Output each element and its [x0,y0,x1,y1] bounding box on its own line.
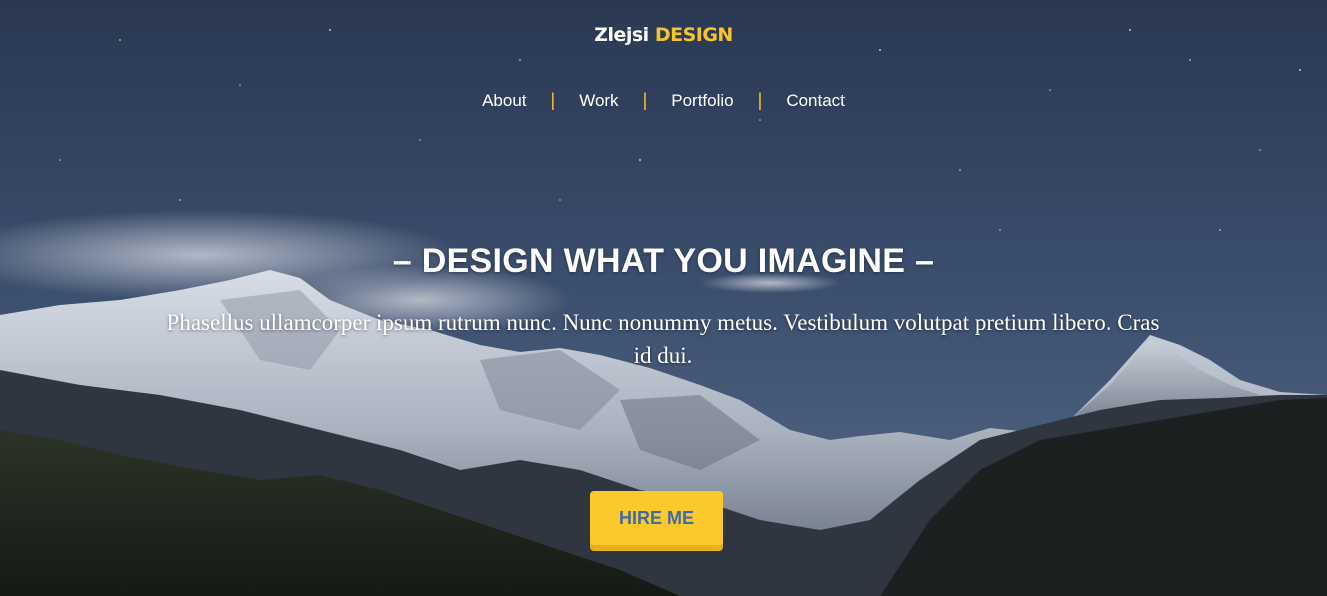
nav-item-about[interactable]: About [482,91,526,111]
hero-subtext: Phasellus ullamcorper ipsum rutrum nunc.… [166,310,1160,368]
main-navigation: About | Work | Portfolio | Contact [0,90,1327,111]
logo-name-accent: DESIGN [654,24,734,46]
site-logo[interactable]: Zlejsi DESIGN [0,24,1327,46]
hire-me-button[interactable]: HIRE ME [590,491,723,545]
nav-separator: | [642,90,648,110]
hero-section: Zlejsi DESIGN About | Work | Portfolio |… [0,0,1327,596]
nav-item-work[interactable]: Work [579,91,618,111]
nav-separator: | [550,90,556,110]
nav-item-contact[interactable]: Contact [786,91,845,111]
nav-separator: | [757,90,763,110]
logo-name-main: Zlejsi [594,24,649,46]
nav-item-portfolio[interactable]: Portfolio [671,91,733,111]
hero-headline: – DESIGN WHAT YOU IMAGINE – [392,242,935,280]
